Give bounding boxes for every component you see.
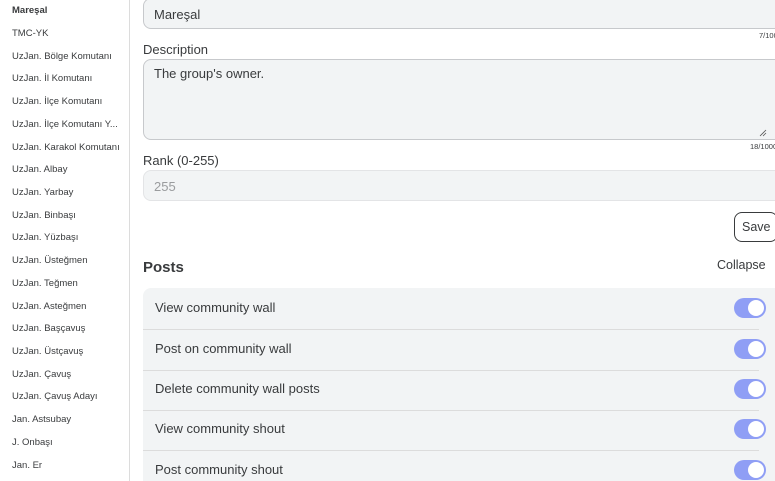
- description-value: The group's owner.: [154, 66, 265, 81]
- resize-handle-icon[interactable]: [759, 129, 767, 137]
- toggle-knob: [748, 421, 764, 437]
- name-char-counter: 7/100: [759, 31, 775, 40]
- permission-toggle[interactable]: [734, 339, 766, 359]
- permission-label: Post community shout: [155, 462, 283, 477]
- sidebar-item-yuzbasi[interactable]: UzJan. Yüzbaşı: [12, 232, 124, 244]
- sidebar-item-onbasi[interactable]: J. Onbaşı: [12, 437, 124, 449]
- posts-section-title: Posts: [143, 259, 184, 276]
- sidebar-item-cavus-adayi[interactable]: UzJan. Çavuş Adayı: [12, 391, 124, 403]
- rank-value: 255: [154, 179, 176, 194]
- permission-label: Post on community wall: [155, 341, 292, 356]
- sidebar-item-maresal[interactable]: Mareşal: [12, 5, 124, 17]
- permission-row: View community shout: [143, 409, 775, 449]
- sidebar-item-binbasi[interactable]: UzJan. Binbaşı: [12, 210, 124, 222]
- save-button[interactable]: Save: [734, 212, 775, 242]
- permission-row: Delete community wall posts: [143, 369, 775, 409]
- permission-label: Delete community wall posts: [155, 381, 320, 396]
- permission-toggle[interactable]: [734, 419, 766, 439]
- permission-row: Post community shout: [143, 450, 775, 481]
- permission-toggle[interactable]: [734, 298, 766, 318]
- description-label: Description: [143, 42, 209, 57]
- rank-input[interactable]: 255: [143, 170, 775, 201]
- toggle-knob: [748, 300, 764, 316]
- role-name-input[interactable]: Mareşal: [143, 0, 775, 29]
- sidebar-item-il-komutani[interactable]: UzJan. İl Komutanı: [12, 73, 124, 85]
- toggle-knob: [748, 381, 764, 397]
- sidebar-item-albay[interactable]: UzJan. Albay: [12, 164, 124, 176]
- sidebar-item-tegmen[interactable]: UzJan. Teğmen: [12, 278, 124, 290]
- description-char-counter: 18/1000: [750, 142, 775, 151]
- roles-sidebar: Mareşal TMC-YK UzJan. Bölge Komutanı UzJ…: [0, 0, 130, 481]
- permission-toggle[interactable]: [734, 379, 766, 399]
- permission-label: View community shout: [155, 421, 285, 436]
- collapse-button[interactable]: Collapse: [717, 258, 766, 272]
- sidebar-item-yarbay[interactable]: UzJan. Yarbay: [12, 187, 124, 199]
- sidebar-item-astsubay[interactable]: Jan. Astsubay: [12, 414, 124, 426]
- sidebar-item-bascavus[interactable]: UzJan. Başçavuş: [12, 323, 124, 335]
- sidebar-item-ustcavus[interactable]: UzJan. Üstçavuş: [12, 346, 124, 358]
- sidebar-item-usteğmen[interactable]: UzJan. Üsteğmen: [12, 255, 124, 267]
- sidebar-item-karakol-komutani[interactable]: UzJan. Karakol Komutanı: [12, 142, 124, 154]
- sidebar-item-er[interactable]: Jan. Er: [12, 460, 124, 472]
- sidebar-item-ilce-komutani[interactable]: UzJan. İlçe Komutanı: [12, 96, 124, 108]
- sidebar-item-ilce-komutani-y[interactable]: UzJan. İlçe Komutanı Y...: [12, 119, 124, 131]
- permission-row: Post on community wall: [143, 329, 775, 369]
- sidebar-item-astegmen[interactable]: UzJan. Asteğmen: [12, 301, 124, 313]
- role-settings-panel: Mareşal 7/100 Description The group's ow…: [130, 0, 775, 481]
- toggle-knob: [748, 341, 764, 357]
- toggle-knob: [748, 462, 764, 478]
- sidebar-item-cavus[interactable]: UzJan. Çavuş: [12, 369, 124, 381]
- sidebar-item-bolge-komutani[interactable]: UzJan. Bölge Komutanı: [12, 51, 124, 63]
- posts-permissions-list: View community wall Post on community wa…: [143, 288, 775, 481]
- rank-label: Rank (0-255): [143, 153, 219, 168]
- permission-toggle[interactable]: [734, 460, 766, 480]
- description-textarea[interactable]: The group's owner.: [143, 59, 775, 140]
- role-name-value: Mareşal: [154, 7, 201, 22]
- sidebar-item-tmc-yk[interactable]: TMC-YK: [12, 28, 124, 40]
- permission-label: View community wall: [155, 300, 276, 315]
- permission-row: View community wall: [143, 288, 775, 328]
